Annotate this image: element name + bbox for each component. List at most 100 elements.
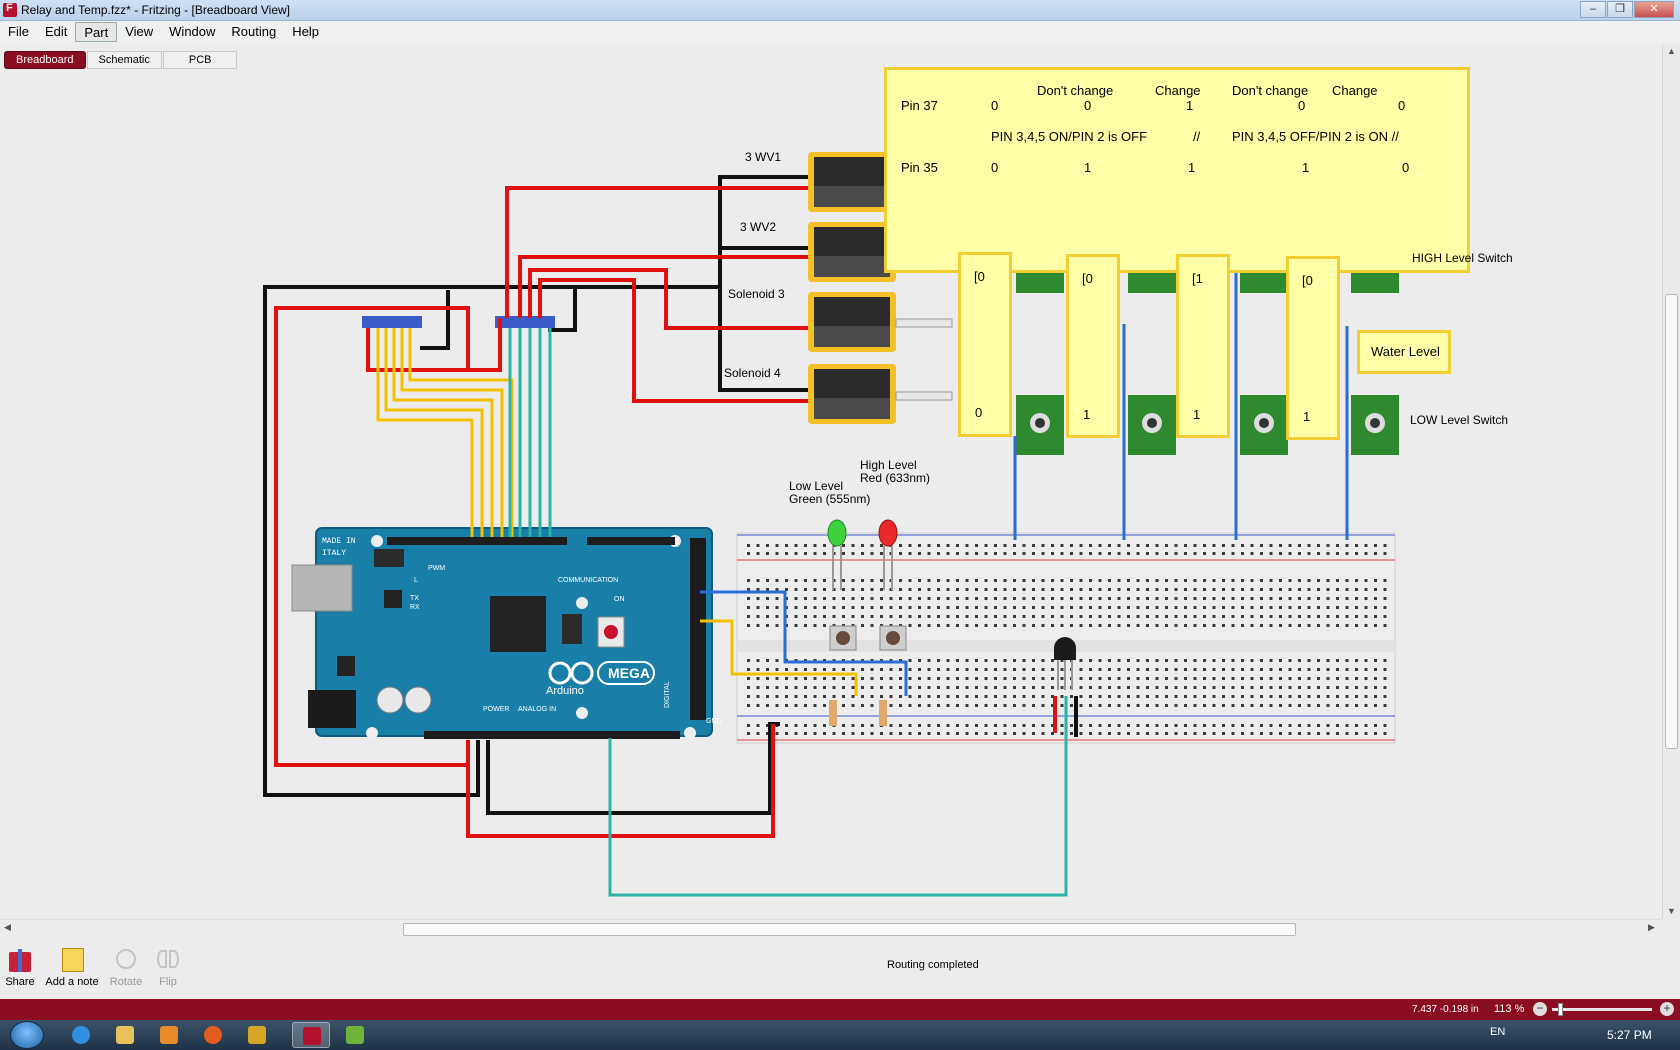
arduino-on: ON <box>614 596 625 603</box>
status-message: Routing completed <box>887 959 979 971</box>
mode-text-2: PIN 3,4,5 OFF/PIN 2 is ON // <box>1232 129 1399 144</box>
menu-part[interactable]: Part <box>75 22 118 42</box>
add-note-button[interactable]: Add a note <box>45 945 99 988</box>
restore-button[interactable]: ❐ <box>1607 1 1633 18</box>
start-button[interactable] <box>10 1021 44 1049</box>
tab-breadboard[interactable]: Breadboard <box>4 51 86 69</box>
solenoid-label-4: Solenoid 4 <box>724 366 781 380</box>
state-note-3[interactable]: [1 1 <box>1176 254 1230 438</box>
horizontal-scroll-thumb[interactable] <box>403 923 1296 936</box>
pin37-label: Pin 37 <box>901 98 938 113</box>
arduino-digital: DIGITAL <box>664 681 671 708</box>
state-note-3-bottom: 1 <box>1193 407 1201 422</box>
rotate-label: Rotate <box>109 976 143 988</box>
high-level-color: Red (633nm) <box>860 471 931 485</box>
solenoid-1 <box>808 152 896 212</box>
flip-icon <box>154 945 182 973</box>
state-note-4[interactable]: [0 1 <box>1286 256 1340 440</box>
firefox-icon <box>204 1026 222 1044</box>
flip-button[interactable]: Flip <box>152 945 184 988</box>
pin35-val-0: 0 <box>991 160 999 175</box>
window-controls: – ❐ ✕ <box>1579 1 1674 18</box>
vertical-scrollbar[interactable]: ▲ ▼ <box>1662 44 1680 919</box>
temperature-sensor <box>1054 637 1076 690</box>
taskbar-paint[interactable] <box>336 1022 374 1048</box>
cursor-coordinates: 7.437 -0.198 in <box>1412 1004 1479 1015</box>
taskbar-firefox[interactable] <box>194 1022 232 1048</box>
share-icon <box>6 945 34 973</box>
water-level-label: Water Level <box>1371 344 1440 359</box>
arduino-model: MEGA <box>608 665 650 681</box>
language-indicator[interactable]: EN <box>1490 1026 1505 1038</box>
header-change-2: Change <box>1332 83 1378 98</box>
minimize-button[interactable]: – <box>1580 1 1606 18</box>
pin37-val-1: 0 <box>1084 98 1092 113</box>
pin35-val-4: 0 <box>1402 160 1410 175</box>
bottom-toolbar: Share Add a note Rotate Flip Routing com… <box>0 937 1680 999</box>
high-switch-label: HIGH Level Switch <box>1412 251 1513 265</box>
zoom-in-icon[interactable]: + <box>1660 1002 1674 1016</box>
arduino-rx: RX <box>410 604 420 611</box>
menu-window[interactable]: Window <box>161 22 223 42</box>
horizontal-scrollbar[interactable]: ◀ ▶ <box>0 919 1662 937</box>
state-note-1[interactable]: [0 0 <box>958 252 1012 437</box>
arduino-gnd: GND <box>706 718 722 725</box>
menu-file[interactable]: File <box>0 22 37 42</box>
high-level-label: High Level <box>860 458 917 472</box>
breadboard-canvas[interactable]: Don't change Change Don't change Change … <box>0 44 1662 919</box>
tab-pcb[interactable]: PCB <box>162 51 238 69</box>
status-strip: 7.437 -0.198 in 113 % − + <box>0 999 1680 1020</box>
water-level-note[interactable]: Water Level <box>1357 330 1451 374</box>
truth-table-note[interactable]: Don't change Change Don't change Change … <box>884 67 1470 273</box>
fritzing-app-icon <box>3 2 17 17</box>
pin35-label: Pin 35 <box>901 160 938 175</box>
scroll-up-icon[interactable]: ▲ <box>1667 46 1676 56</box>
taskbar-explorer[interactable] <box>106 1022 144 1048</box>
menu-view[interactable]: View <box>117 22 161 42</box>
zoom-level: 113 % <box>1494 1003 1525 1015</box>
zoom-slider-knob[interactable] <box>1558 1003 1563 1016</box>
state-note-1-top: [0 <box>974 269 985 284</box>
header-dont-change-1: Don't change <box>1037 83 1114 98</box>
taskbar-fritzing[interactable] <box>292 1022 330 1048</box>
low-switch-label: LOW Level Switch <box>1410 413 1509 427</box>
menu-routing[interactable]: Routing <box>223 22 284 42</box>
arduino-tx: TX <box>410 595 419 602</box>
fritzing-icon <box>303 1027 321 1045</box>
tab-schematic[interactable]: Schematic <box>86 51 162 69</box>
taskbar-movie[interactable] <box>238 1022 276 1048</box>
zoom-slider[interactable] <box>1552 1003 1652 1016</box>
state-note-4-top: [0 <box>1302 273 1313 288</box>
scroll-down-icon[interactable]: ▼ <box>1667 906 1676 916</box>
rotate-icon <box>112 945 140 973</box>
pin37-val-3: 0 <box>1298 98 1306 113</box>
mode-text-1: PIN 3,4,5 ON/PIN 2 is OFF <box>991 129 1148 144</box>
pin35-val-2: 1 <box>1188 160 1196 175</box>
view-tabs: Breadboard Schematic PCB <box>4 51 238 69</box>
solenoid-label-3: Solenoid 3 <box>728 287 785 301</box>
state-note-2-bottom: 1 <box>1083 407 1091 422</box>
relay-header-2 <box>495 316 555 328</box>
resistor-1 <box>829 700 837 726</box>
clock[interactable]: 5:27 PM <box>1607 1028 1652 1042</box>
resistor-2 <box>879 700 887 726</box>
state-note-4-bottom: 1 <box>1303 409 1311 424</box>
close-button[interactable]: ✕ <box>1634 1 1674 18</box>
taskbar-ie[interactable] <box>62 1022 100 1048</box>
scroll-left-icon[interactable]: ◀ <box>4 922 11 933</box>
pin37-val-2: 1 <box>1186 98 1194 113</box>
zoom-out-icon[interactable]: − <box>1533 1002 1547 1016</box>
flip-label: Flip <box>159 976 177 988</box>
solenoid-label-2: 3 WV2 <box>740 220 777 234</box>
share-button[interactable]: Share <box>4 945 36 988</box>
media-player-icon <box>160 1026 178 1044</box>
rotate-button[interactable]: Rotate <box>108 945 144 988</box>
state-note-2[interactable]: [0 1 <box>1066 254 1120 438</box>
vertical-scroll-thumb[interactable] <box>1665 294 1678 749</box>
share-label: Share <box>5 976 35 988</box>
folder-icon <box>116 1026 134 1044</box>
menu-edit[interactable]: Edit <box>37 22 75 42</box>
menu-help[interactable]: Help <box>284 22 327 42</box>
scroll-right-icon[interactable]: ▶ <box>1648 922 1655 933</box>
taskbar-media[interactable] <box>150 1022 188 1048</box>
